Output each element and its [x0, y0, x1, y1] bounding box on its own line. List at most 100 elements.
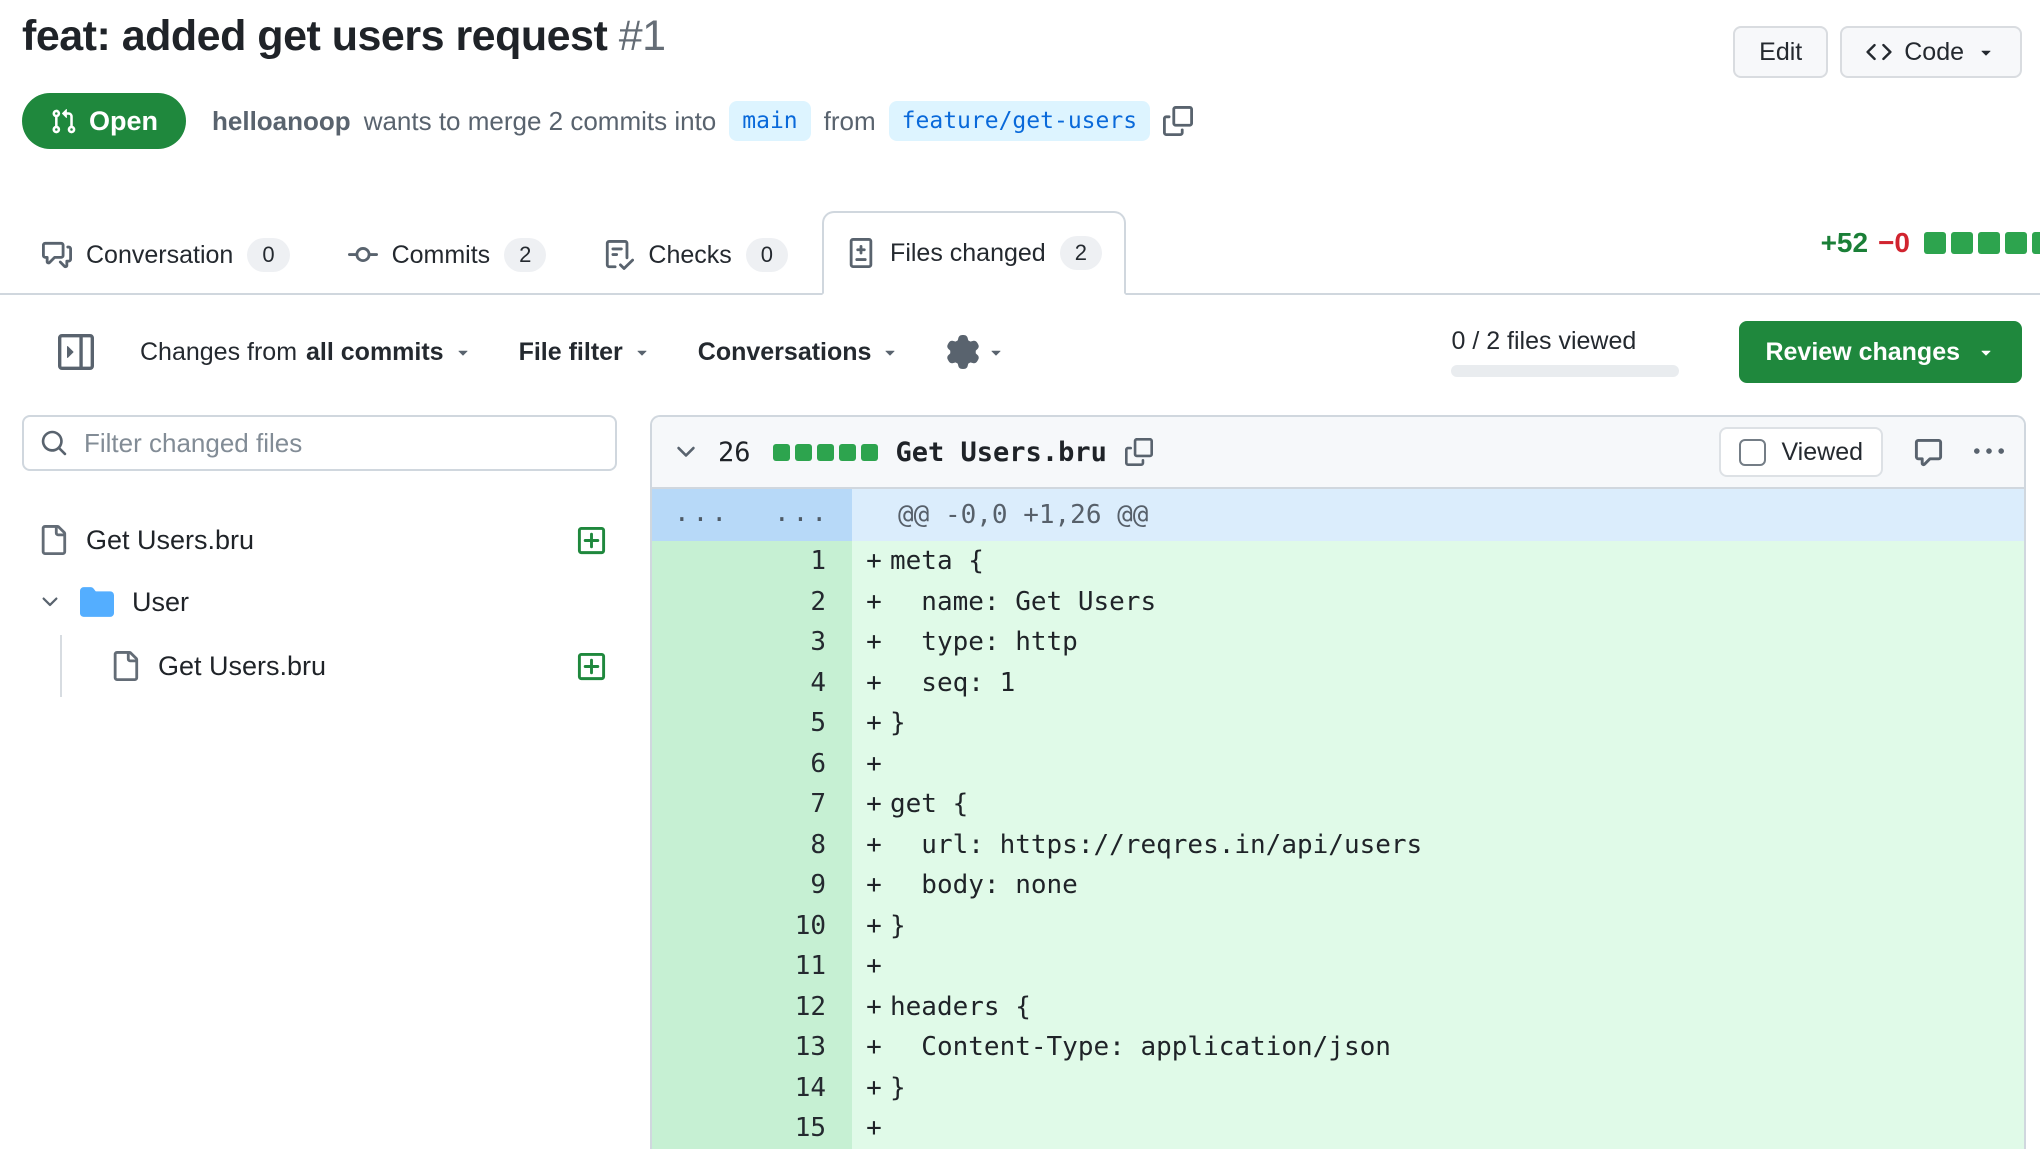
- tree-item-file[interactable]: Get Users.bru: [22, 509, 617, 571]
- tab-counter: 2: [1060, 236, 1102, 270]
- diff-line[interactable]: 6 +: [652, 744, 2024, 785]
- base-branch-label[interactable]: main: [729, 101, 810, 141]
- folder-icon: [80, 585, 114, 619]
- diff-line[interactable]: 5 +}: [652, 703, 2024, 744]
- diff-line[interactable]: 14 +}: [652, 1068, 2024, 1109]
- line-number[interactable]: 10: [652, 906, 852, 947]
- code-text: name: Get Users: [890, 587, 1156, 617]
- copy-filename-icon[interactable]: [1125, 438, 1153, 466]
- file-filter-dropdown[interactable]: File filter: [519, 338, 652, 367]
- line-number[interactable]: 8: [652, 825, 852, 866]
- tab-counter: 0: [746, 238, 788, 272]
- tab-commits[interactable]: Commits 2: [324, 213, 571, 295]
- addition-sign: +: [858, 703, 890, 744]
- line-number[interactable]: 7: [652, 784, 852, 825]
- sidebar-collapse-icon[interactable]: [58, 334, 94, 370]
- code-text: get {: [890, 789, 968, 819]
- edit-button[interactable]: Edit: [1733, 26, 1828, 78]
- changed-lines-count: 26: [718, 437, 751, 468]
- line-number[interactable]: 14: [652, 1068, 852, 1109]
- expand-hunk-icon[interactable]: ...: [752, 489, 852, 541]
- diff-line[interactable]: 11 +: [652, 946, 2024, 987]
- line-number[interactable]: 4: [652, 663, 852, 704]
- line-number[interactable]: 3: [652, 622, 852, 663]
- viewed-button[interactable]: Viewed: [1719, 427, 1883, 477]
- diffstat-block: [2032, 232, 2040, 254]
- diff-line[interactable]: 12 +headers {: [652, 987, 2024, 1028]
- expand-hunk-icon[interactable]: ...: [652, 489, 752, 541]
- code-button[interactable]: Code: [1840, 26, 2022, 78]
- diff-line[interactable]: 3 + type: http: [652, 622, 2024, 663]
- files-viewed-text: 0 / 2 files viewed: [1451, 327, 1636, 356]
- line-code: +headers {: [852, 987, 2024, 1028]
- deletions-count: −0: [1878, 227, 1910, 259]
- diff-line[interactable]: 15 +: [652, 1108, 2024, 1149]
- hunk-header-row: ... ... @@ -0,0 +1,26 @@: [652, 489, 2024, 541]
- tree-item-folder-user[interactable]: User: [22, 571, 617, 633]
- code-text: seq: 1: [890, 668, 1015, 698]
- line-number[interactable]: 9: [652, 865, 852, 906]
- diff-line[interactable]: 7 +get {: [652, 784, 2024, 825]
- addition-sign: +: [858, 946, 890, 987]
- from-text: from: [824, 106, 876, 137]
- changes-from-value: all commits: [306, 338, 444, 367]
- git-pull-request-icon: [50, 108, 77, 135]
- viewed-checkbox[interactable]: [1739, 439, 1766, 466]
- filter-changed-files-input[interactable]: [22, 415, 617, 471]
- line-number[interactable]: 13: [652, 1027, 852, 1068]
- addition-sign: +: [858, 825, 890, 866]
- chevron-down-icon: [986, 342, 1006, 362]
- tab-checks[interactable]: Checks 0: [580, 213, 812, 295]
- line-number[interactable]: 11: [652, 946, 852, 987]
- diff-line[interactable]: 8 + url: https://reqres.in/api/users: [652, 825, 2024, 866]
- line-number[interactable]: 1: [652, 541, 852, 582]
- addition-sign: +: [858, 1108, 890, 1149]
- diff-line[interactable]: 4 + seq: 1: [652, 663, 2024, 704]
- head-branch-label[interactable]: feature/get-users: [889, 101, 1150, 141]
- collapse-diff-chevron-icon[interactable]: [672, 438, 700, 466]
- filter-changed-files: [22, 415, 617, 471]
- pr-title-text: feat: added get users request: [22, 12, 607, 60]
- line-number[interactable]: 2: [652, 582, 852, 623]
- viewed-label: Viewed: [1781, 438, 1863, 467]
- addition-sign: +: [858, 663, 890, 704]
- review-changes-button[interactable]: Review changes: [1739, 321, 2022, 383]
- line-code: + seq: 1: [852, 663, 2024, 704]
- merge-text: wants to merge 2 commits into: [364, 106, 717, 137]
- diff-line[interactable]: 9 + body: none: [652, 865, 2024, 906]
- line-number[interactable]: 12: [652, 987, 852, 1028]
- line-code: + url: https://reqres.in/api/users: [852, 825, 2024, 866]
- diff-filename[interactable]: Get Users.bru: [896, 437, 1107, 468]
- code-text: headers {: [890, 992, 1031, 1022]
- search-icon: [40, 429, 68, 457]
- code-text: url: https://reqres.in/api/users: [890, 830, 1422, 860]
- diff-line[interactable]: 13 + Content-Type: application/json: [652, 1027, 2024, 1068]
- diffstat-block: [1951, 232, 1973, 254]
- file-tree: Get Users.bru User Get Users.bru: [22, 509, 617, 697]
- pr-status-row: Open helloanoop wants to merge 2 commits…: [22, 93, 2018, 149]
- diffstat-block: [2005, 232, 2027, 254]
- diffstat-block: [795, 444, 812, 461]
- line-number[interactable]: 15: [652, 1108, 852, 1149]
- pr-tabs: Conversation 0 Commits 2 Checks 0 Files …: [0, 203, 2040, 295]
- conversations-dropdown[interactable]: Conversations: [698, 338, 901, 367]
- tree-item-file-nested[interactable]: Get Users.bru: [62, 635, 617, 697]
- diff-line[interactable]: 1 +meta {: [652, 541, 2024, 582]
- kebab-horizontal-icon[interactable]: [1974, 437, 2004, 467]
- tab-conversation[interactable]: Conversation 0: [18, 213, 314, 295]
- chevron-down-icon: [1976, 42, 1996, 62]
- diff-line[interactable]: 10 +}: [652, 906, 2024, 947]
- diff-line[interactable]: 2 + name: Get Users: [652, 582, 2024, 623]
- line-number[interactable]: 5: [652, 703, 852, 744]
- comment-icon[interactable]: [1913, 437, 1944, 468]
- tab-files-changed[interactable]: Files changed 2: [822, 211, 1126, 295]
- diff-added-icon: [576, 525, 607, 556]
- copy-branch-icon[interactable]: [1163, 106, 1193, 136]
- diff-settings-dropdown[interactable]: [946, 335, 1006, 369]
- diffstat-block: [773, 444, 790, 461]
- pr-author[interactable]: helloanoop: [212, 106, 351, 137]
- diffstat-block: [817, 444, 834, 461]
- changes-from-dropdown[interactable]: Changes from all commits: [140, 338, 473, 367]
- diffstat-block: [839, 444, 856, 461]
- line-number[interactable]: 6: [652, 744, 852, 785]
